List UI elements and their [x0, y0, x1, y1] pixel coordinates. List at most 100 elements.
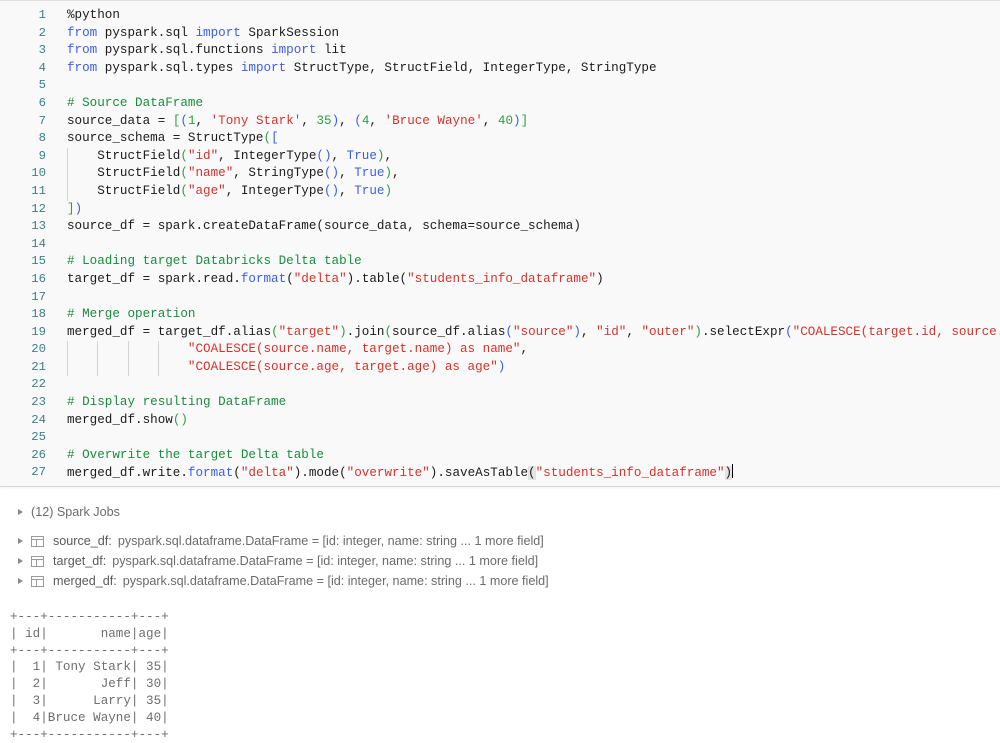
ascii-result-table: +---+-----------+---+ | id| name|age| +-… [0, 609, 1000, 743]
line-number: 27 [0, 464, 46, 482]
line-number: 1 [0, 7, 46, 25]
code-line[interactable]: 12 ]) [0, 201, 1000, 219]
code-line[interactable]: 17 [0, 289, 1000, 307]
dataframe-name: merged_df: [53, 574, 117, 588]
code-line[interactable]: 5 [0, 77, 1000, 95]
code-text[interactable]: # Overwrite the target Delta table [46, 447, 1000, 465]
dataframe-schema: pyspark.sql.dataframe.DataFrame = [id: i… [118, 534, 544, 548]
code-text[interactable]: # Loading target Databricks Delta table [46, 253, 1000, 271]
line-number: 16 [0, 271, 46, 289]
code-text[interactable]: source_schema = StructType([ [46, 130, 1000, 148]
code-text[interactable]: StructField("id", IntegerType(), True), [46, 148, 1000, 166]
code-line[interactable]: 25 [0, 429, 1000, 447]
code-line[interactable]: 24 merged_df.show() [0, 412, 1000, 430]
code-text[interactable]: # Source DataFrame [46, 95, 1000, 113]
line-number: 26 [0, 447, 46, 465]
dataframe-row-target[interactable]: target_df: pyspark.sql.dataframe.DataFra… [0, 551, 1000, 571]
line-number: 4 [0, 60, 46, 78]
code-line[interactable]: 15 # Loading target Databricks Delta tab… [0, 253, 1000, 271]
code-text[interactable]: "COALESCE(source.age, target.age) as age… [46, 359, 1000, 377]
code-text[interactable]: from pyspark.sql import SparkSession [46, 25, 1000, 43]
code-line[interactable]: 18 # Merge operation [0, 306, 1000, 324]
code-text[interactable]: ]) [46, 201, 1000, 219]
line-number: 9 [0, 148, 46, 166]
code-text[interactable] [46, 376, 1000, 394]
code-line[interactable]: 16 target_df = spark.read.format("delta"… [0, 271, 1000, 289]
code-text[interactable]: # Display resulting DataFrame [46, 394, 1000, 412]
code-line[interactable]: 1 %python [0, 7, 1000, 25]
code-text[interactable] [46, 289, 1000, 307]
text-cursor [732, 464, 733, 478]
code-text[interactable]: merged_df.write.format("delta").mode("ov… [46, 464, 1000, 483]
code-line[interactable]: 4 from pyspark.sql.types import StructTy… [0, 60, 1000, 78]
code-line[interactable]: 19 merged_df = target_df.alias("target")… [0, 324, 1000, 342]
code-text[interactable]: "COALESCE(source.name, target.name) as n… [46, 341, 1000, 359]
line-number: 19 [0, 324, 46, 342]
dataframe-row-merged[interactable]: merged_df: pyspark.sql.dataframe.DataFra… [0, 571, 1000, 591]
line-number: 18 [0, 306, 46, 324]
dataframe-schema: pyspark.sql.dataframe.DataFrame = [id: i… [123, 574, 549, 588]
code-line[interactable]: 14 [0, 236, 1000, 254]
line-number: 13 [0, 218, 46, 236]
code-line[interactable]: 7 source_data = [(1, 'Tony Stark', 35), … [0, 113, 1000, 131]
code-line[interactable]: 11 StructField("age", IntegerType(), Tru… [0, 183, 1000, 201]
code-line[interactable]: 2 from pyspark.sql import SparkSession [0, 25, 1000, 43]
chevron-right-icon [18, 578, 23, 584]
code-text[interactable]: target_df = spark.read.format("delta").t… [46, 271, 1000, 289]
code-text[interactable] [46, 236, 1000, 254]
code-line[interactable]: 10 StructField("name", StringType(), Tru… [0, 165, 1000, 183]
indent-guide [128, 359, 129, 377]
dataframe-schema: pyspark.sql.dataframe.DataFrame = [id: i… [112, 554, 538, 568]
code-text[interactable]: source_df = spark.createDataFrame(source… [46, 218, 1000, 236]
line-number: 20 [0, 341, 46, 359]
code-text[interactable]: merged_df = target_df.alias("target").jo… [46, 324, 1000, 342]
line-number: 14 [0, 236, 46, 254]
code-text[interactable]: StructField("name", StringType(), True), [46, 165, 1000, 183]
code-text[interactable] [46, 429, 1000, 447]
code-editor[interactable]: 1 %python 2 from pyspark.sql import Spar… [0, 0, 1000, 487]
indent-guide [67, 148, 68, 166]
indent-guide [128, 341, 129, 359]
code-line[interactable]: 22 [0, 376, 1000, 394]
chevron-right-icon [18, 558, 23, 564]
line-number: 5 [0, 77, 46, 95]
code-line[interactable]: 3 from pyspark.sql.functions import lit [0, 42, 1000, 60]
code-line[interactable]: 6 # Source DataFrame [0, 95, 1000, 113]
code-text[interactable] [46, 77, 1000, 95]
code-text[interactable]: # Merge operation [46, 306, 1000, 324]
line-number: 8 [0, 130, 46, 148]
code-line[interactable]: 13 source_df = spark.createDataFrame(sou… [0, 218, 1000, 236]
indent-guide [67, 359, 68, 377]
table-icon [31, 536, 44, 547]
indent-guide [158, 341, 159, 359]
line-number: 3 [0, 42, 46, 60]
code-line[interactable]: 26 # Overwrite the target Delta table [0, 447, 1000, 465]
code-line[interactable]: 9 StructField("id", IntegerType(), True)… [0, 148, 1000, 166]
indent-guide [158, 359, 159, 377]
code-text[interactable]: source_data = [(1, 'Tony Stark', 35), (4… [46, 113, 1000, 131]
indent-guide [97, 341, 98, 359]
code-text[interactable]: merged_df.show() [46, 412, 1000, 430]
code-text[interactable]: %python [46, 7, 1000, 25]
code-text[interactable]: from pyspark.sql.types import StructType… [46, 60, 1000, 78]
table-icon [31, 556, 44, 567]
spark-jobs-toggle[interactable]: (12) Spark Jobs [0, 502, 1000, 522]
code-line[interactable]: 8 source_schema = StructType([ [0, 130, 1000, 148]
dataframe-row-source[interactable]: source_df: pyspark.sql.dataframe.DataFra… [0, 531, 1000, 551]
code-text[interactable]: StructField("age", IntegerType(), True) [46, 183, 1000, 201]
indent-guide [67, 341, 68, 359]
table-icon [31, 576, 44, 587]
code-line[interactable]: 20 "COALESCE(source.name, target.name) a… [0, 341, 1000, 359]
line-number: 6 [0, 95, 46, 113]
code-line[interactable]: 23 # Display resulting DataFrame [0, 394, 1000, 412]
line-number: 21 [0, 359, 46, 377]
line-number: 17 [0, 289, 46, 307]
line-number: 22 [0, 376, 46, 394]
spark-jobs-label: (12) Spark Jobs [31, 505, 120, 519]
code-line[interactable]: 21 "COALESCE(source.age, target.age) as … [0, 359, 1000, 377]
code-text[interactable]: from pyspark.sql.functions import lit [46, 42, 1000, 60]
code-line[interactable]: 27 merged_df.write.format("delta").mode(… [0, 464, 1000, 482]
line-number: 7 [0, 113, 46, 131]
indent-guide [97, 359, 98, 377]
indent-guide [67, 183, 68, 201]
